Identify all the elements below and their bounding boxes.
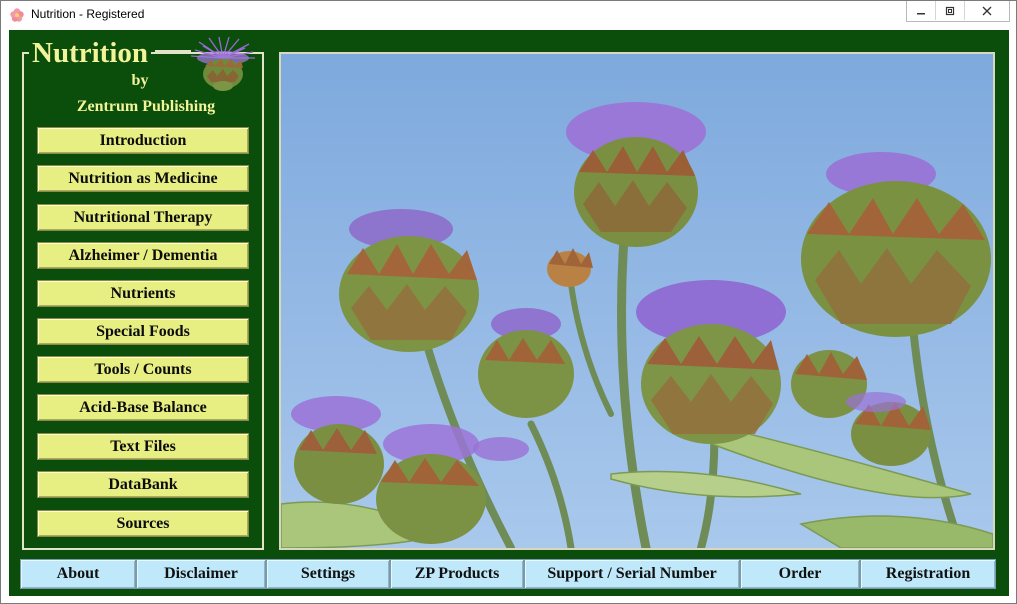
menu-nutritional-therapy-button[interactable]: Nutritional Therapy [37,204,249,231]
minimize-icon [917,12,925,14]
maximize-button[interactable] [935,1,964,20]
window-controls [906,1,1010,22]
menu-text-files-button[interactable]: Text Files [37,433,249,460]
main-panel: Nutrition by Zentrum Publishing Introduc… [9,30,1009,596]
menu-nutrients-button[interactable]: Nutrients [37,280,249,307]
support-serial-number-button[interactable]: Support / Serial Number [524,559,740,589]
settings-button[interactable]: Settings [266,559,390,589]
menu-databank-button[interactable]: DataBank [37,471,249,498]
bottom-nav: About Disclaimer Settings ZP Products Su… [20,559,996,589]
menu-special-foods-button[interactable]: Special Foods [37,318,249,345]
about-button[interactable]: About [20,559,136,589]
brand-by: by [131,72,149,89]
minimize-button[interactable] [907,1,935,20]
menu-tools-counts-button[interactable]: Tools / Counts [37,356,249,383]
frame-divider [155,50,191,52]
zp-products-button[interactable]: ZP Products [390,559,524,589]
flower-app-icon [10,8,24,22]
restore-icon [945,6,955,15]
menu-introduction-button[interactable]: Introduction [37,127,249,154]
menu-acid-base-balance-button[interactable]: Acid-Base Balance [37,394,249,421]
menu-nutrition-as-medicine-button[interactable]: Nutrition as Medicine [37,165,249,192]
title-bar[interactable]: Nutrition - Registered [1,1,1016,29]
menu-sources-button[interactable]: Sources [37,510,249,537]
order-button[interactable]: Order [740,559,860,589]
disclaimer-button[interactable]: Disclaimer [136,559,266,589]
app-window: Nutrition - Registered Nutrition by Zent… [0,0,1017,604]
registration-button[interactable]: Registration [860,559,996,589]
menu-alzheimer-dementia-button[interactable]: Alzheimer / Dementia [37,242,249,269]
brand-title: Nutrition [29,36,151,70]
close-icon [982,6,992,15]
brand-publisher: Zentrum Publishing [76,98,216,115]
artichoke-photo [279,52,995,550]
close-button[interactable] [964,1,1009,20]
window-title: Nutrition - Registered [31,7,145,21]
